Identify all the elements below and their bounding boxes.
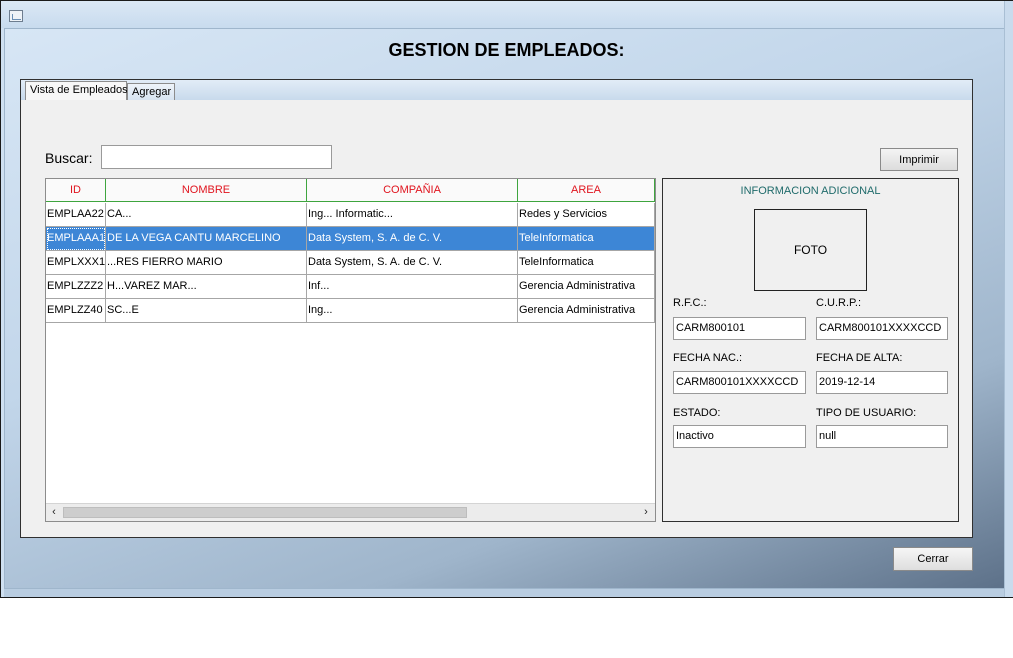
cell-compania[interactable]: Ing... xyxy=(307,299,518,323)
scroll-left-arrow-icon[interactable]: ‹ xyxy=(46,504,62,521)
close-button[interactable]: Cerrar xyxy=(893,547,973,571)
estado-field[interactable]: Inactivo xyxy=(673,425,806,448)
table-header: ID NOMBRE COMPAÑIA AREA xyxy=(46,179,655,202)
cell-area[interactable]: Redes y Servicios xyxy=(518,203,655,227)
column-header-nombre[interactable]: NOMBRE xyxy=(106,179,307,202)
cell-area[interactable]: Gerencia Administrativa xyxy=(518,275,655,299)
column-header-area[interactable]: AREA xyxy=(518,179,655,202)
scroll-right-arrow-icon[interactable]: › xyxy=(638,504,654,521)
tab-agregar[interactable]: Agregar xyxy=(127,83,175,100)
scrollbar-thumb[interactable] xyxy=(63,507,467,518)
cell-nombre[interactable]: CA... xyxy=(106,203,307,227)
java-app-icon[interactable] xyxy=(9,10,23,22)
info-panel-title: INFORMACION ADICIONAL xyxy=(740,185,881,197)
cell-id[interactable]: EMPLAA22 xyxy=(46,203,106,227)
cell-id[interactable]: EMPLZZZ2 xyxy=(46,275,106,299)
table-row[interactable]: EMPLZZ40 SC...E Ing... Gerencia Administ… xyxy=(46,299,655,323)
tipo-usuario-label: TIPO DE USUARIO: xyxy=(816,407,917,419)
additional-info-panel: INFORMACION ADICIONAL FOTO R.F.C.: CARM8… xyxy=(662,178,959,522)
search-label: Buscar: xyxy=(45,150,93,166)
cell-compania[interactable]: Inf... xyxy=(307,275,518,299)
cell-id[interactable]: EMPLZZ40 xyxy=(46,299,106,323)
table-row-selected[interactable]: EMPLAAA1 DE LA VEGA CANTU MARCELINO Data… xyxy=(46,227,655,251)
table-row[interactable]: EMPLZZZ2 H...VAREZ MAR... Inf... Gerenci… xyxy=(46,275,655,299)
fecha-nac-field[interactable]: CARM800101XXXXCCD xyxy=(673,371,806,394)
cell-nombre[interactable]: ...RES FIERRO MARIO xyxy=(106,251,307,275)
fecha-alta-field[interactable]: 2019-12-14 xyxy=(816,371,948,394)
tab-strip: Vista de Empleados Agregar xyxy=(21,80,972,100)
search-input[interactable] xyxy=(101,145,332,169)
column-header-compania[interactable]: COMPAÑIA xyxy=(307,179,518,202)
print-button[interactable]: Imprimir xyxy=(880,148,958,171)
cell-area[interactable]: TeleInformatica xyxy=(518,251,655,275)
cell-compania[interactable]: Data System, S. A. de C. V. xyxy=(307,227,518,251)
curp-field[interactable]: CARM800101XXXXCCD xyxy=(816,317,948,340)
cell-compania[interactable]: Data System, S. A. de C. V. xyxy=(307,251,518,275)
rfc-field[interactable]: CARM800101 xyxy=(673,317,806,340)
tab-vista-de-empleados[interactable]: Vista de Empleados xyxy=(25,81,128,100)
column-header-id[interactable]: ID xyxy=(46,179,106,202)
table-row[interactable]: EMPLAA22 CA... Ing... Informatic... Rede… xyxy=(46,203,655,227)
cell-nombre[interactable]: SC...E xyxy=(106,299,307,323)
rfc-label: R.F.C.: xyxy=(673,297,707,309)
tabbed-pane: Vista de Empleados Agregar Buscar: Impri… xyxy=(20,79,973,538)
cell-area[interactable]: TeleInformatica xyxy=(518,227,655,251)
employee-photo: FOTO xyxy=(754,209,867,291)
cell-id[interactable]: EMPLAAA1 xyxy=(46,227,106,251)
cell-nombre[interactable]: H...VAREZ MAR... xyxy=(106,275,307,299)
horizontal-scrollbar[interactable]: ‹ › xyxy=(46,503,655,521)
cell-nombre[interactable]: DE LA VEGA CANTU MARCELINO xyxy=(106,227,307,251)
title-bar[interactable] xyxy=(1,1,1012,28)
page-title: GESTION DE EMPLEADOS: xyxy=(388,40,625,60)
cell-compania[interactable]: Ing... Informatic... xyxy=(307,203,518,227)
fecha-alta-label: FECHA DE ALTA: xyxy=(816,352,903,364)
curp-label: C.U.R.P.: xyxy=(816,297,862,309)
window-bottom-border xyxy=(4,589,1005,597)
estado-label: ESTADO: xyxy=(673,407,721,419)
employees-table[interactable]: ID NOMBRE COMPAÑIA AREA EMPLAA22 CA... I… xyxy=(45,178,656,522)
window-right-border xyxy=(1004,1,1013,597)
cell-id[interactable]: EMPLXXX1 xyxy=(46,251,106,275)
cell-area[interactable]: Gerencia Administrativa xyxy=(518,299,655,323)
tipo-usuario-field[interactable]: null xyxy=(816,425,948,448)
table-row[interactable]: EMPLXXX1 ...RES FIERRO MARIO Data System… xyxy=(46,251,655,275)
fecha-nac-label: FECHA NAC.: xyxy=(673,352,743,364)
